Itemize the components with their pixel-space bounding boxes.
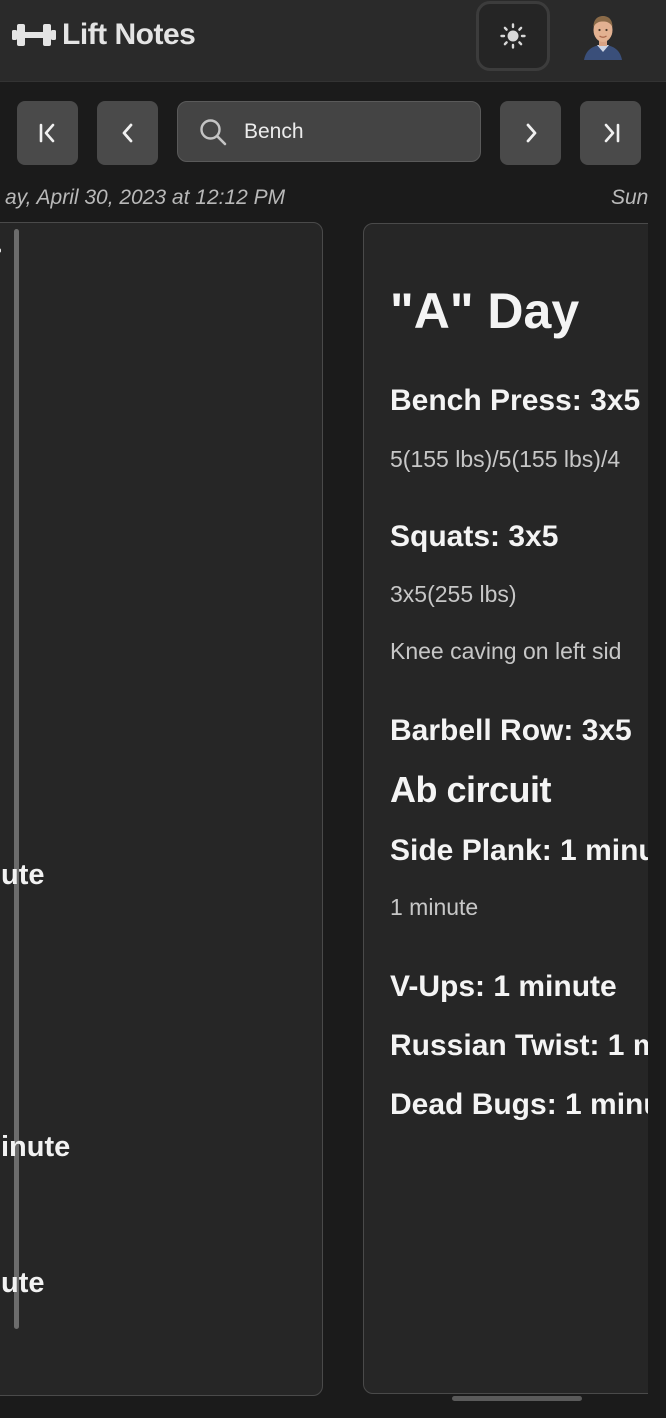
search-input[interactable] [244,119,464,144]
vertical-scrollbar[interactable] [14,229,19,1329]
exercise-heading: Dead Bugs: 1 minu [390,1088,648,1121]
entry-title: "A" Day [390,283,580,339]
current-entry-card[interactable]: "A" Day Bench Press: 3x5 5(155 lbs)/5(15… [363,223,648,1394]
last-entry-button[interactable] [580,101,641,165]
previous-entry-button[interactable] [97,101,158,165]
exercise-heading: Bench Press: 3x5 [390,384,641,417]
entry-text-fragment: ute [1,859,45,891]
trash-icon[interactable] [0,243,3,281]
entry-text-fragment: ute [1,1267,45,1299]
skip-to-last-icon [604,123,619,143]
exercise-heading: Side Plank: 1 minu [390,834,648,867]
chevron-right-icon [526,123,536,143]
exercise-heading: Russian Twist: 1 m [390,1029,648,1062]
exercise-heading: Squats: 3x5 [390,520,559,553]
search-box[interactable] [177,101,481,162]
exercise-note: 3x5(255 lbs) [390,581,517,607]
search-icon [200,118,227,145]
entry-text-fragment: inute [1,1131,71,1163]
next-entry-button[interactable] [500,101,561,165]
sun-icon [500,23,526,49]
horizontal-scrollbar[interactable] [452,1396,582,1401]
current-entry-date: Sun [611,186,649,209]
entries-carousel[interactable]: ute inute ute "A" Day Bench Press: 3x5 5… [0,222,648,1418]
avatar-image [580,12,626,60]
skip-to-first-icon [39,123,54,143]
user-avatar[interactable] [580,12,626,60]
exercise-note: Knee caving on left sid [390,638,622,664]
app-title: Lift Notes [62,18,196,51]
exercise-heading: V-Ups: 1 minute [390,970,617,1003]
exercise-note: 5(155 lbs)/5(155 lbs)/4 [390,446,621,472]
previous-entry-date: ay, April 30, 2023 at 12:12 PM [5,186,286,209]
brand[interactable]: Lift Notes [12,17,196,53]
previous-entry-card[interactable]: ute inute ute [0,222,323,1396]
dumbbell-icon [12,24,56,46]
chevron-left-icon [122,123,132,143]
first-entry-button[interactable] [17,101,78,165]
section-heading: Ab circuit [390,769,552,810]
app-header: Lift Notes [0,0,666,82]
theme-toggle-button[interactable] [476,1,550,71]
exercise-heading: Barbell Row: 3x5 [390,714,632,747]
exercise-note: 1 minute [390,894,479,920]
